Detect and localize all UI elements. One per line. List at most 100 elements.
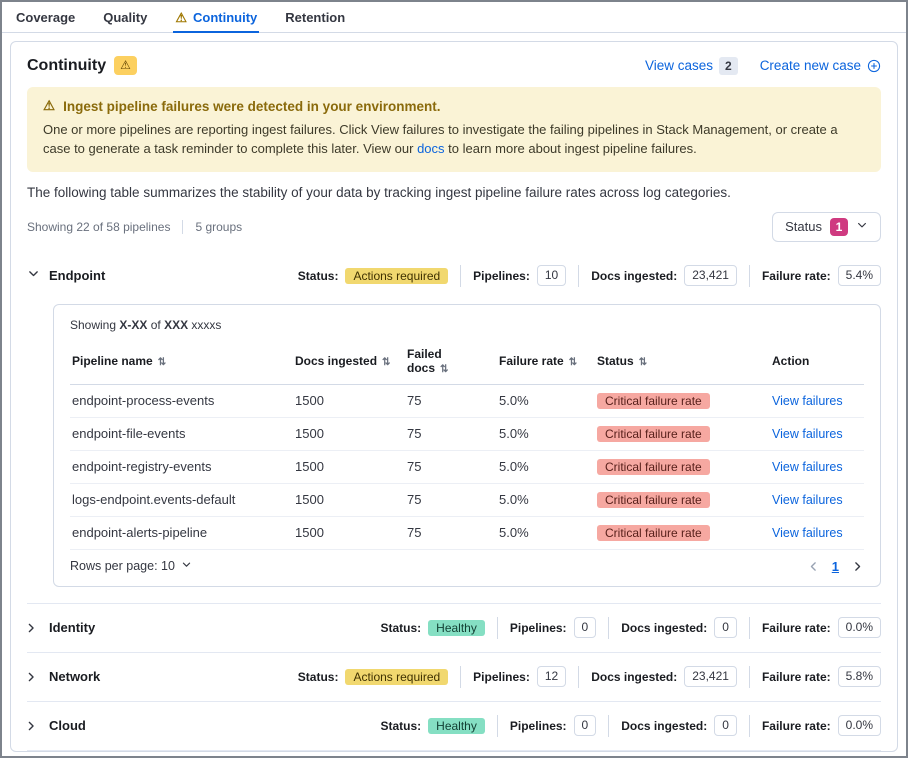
tab-label: Continuity	[193, 10, 257, 25]
table-row: endpoint-file-events 1500 75 5.0% Critic…	[70, 417, 864, 450]
warning-icon: ⚠	[175, 11, 187, 24]
next-page-button[interactable]	[851, 560, 864, 573]
group-name: Network	[49, 669, 100, 684]
group-header[interactable]: Endpoint Status:Actions required Pipelin…	[27, 252, 881, 300]
tab-label: Quality	[103, 10, 147, 25]
stat-label: Pipelines:	[510, 719, 567, 733]
group-header[interactable]: Cloud Status:Healthy Pipelines:0 Docs in…	[27, 702, 881, 750]
docs-ingested-cell: 1500	[287, 483, 399, 516]
column-failed-docs[interactable]: Failed docs⇅	[399, 342, 491, 385]
divider	[749, 265, 750, 287]
failure-rate-value: 0.0%	[838, 617, 881, 638]
docs-ingested-cell: 1500	[287, 384, 399, 417]
pipeline-name-cell: endpoint-file-events	[70, 417, 287, 450]
tab-retention[interactable]: Retention	[283, 2, 347, 32]
failure-rate-value: 5.8%	[838, 666, 881, 687]
view-failures-link[interactable]: View failures	[772, 460, 843, 474]
failed-docs-cell: 75	[399, 417, 491, 450]
warning-callout: ⚠ Ingest pipeline failures were detected…	[27, 87, 881, 172]
docs-ingested-cell: 1500	[287, 516, 399, 549]
pipelines-table: Pipeline name⇅ Docs ingested⇅ Failed doc…	[70, 342, 864, 550]
page-number[interactable]: 1	[832, 559, 839, 574]
stat-label: Status:	[298, 670, 339, 684]
chevron-down-icon	[856, 219, 868, 234]
status-badge: Actions required	[345, 669, 448, 685]
tab-label: Retention	[285, 10, 345, 25]
action-cell: View failures	[764, 516, 864, 549]
view-failures-link[interactable]: View failures	[772, 394, 843, 408]
failure-rate-cell: 5.0%	[491, 483, 589, 516]
divider	[749, 666, 750, 688]
failed-docs-cell: 75	[399, 384, 491, 417]
column-docs-ingested[interactable]: Docs ingested⇅	[287, 342, 399, 385]
plus-in-circle-icon[interactable]	[867, 59, 881, 73]
action-cell: View failures	[764, 450, 864, 483]
group-network: Network Status:Actions required Pipeline…	[27, 653, 881, 702]
failure-rate-value: 0.0%	[838, 715, 881, 736]
docs-ingested-count: 0	[714, 715, 737, 736]
chevron-down-icon[interactable]	[27, 267, 40, 285]
continuity-panel: Continuity ⚠ View cases 2 Create new cas…	[10, 41, 898, 752]
column-failure-rate[interactable]: Failure rate⇅	[491, 342, 589, 385]
divider	[608, 617, 609, 639]
failed-docs-cell: 75	[399, 450, 491, 483]
status-filter-button[interactable]: Status 1	[772, 212, 881, 242]
sort-icon: ⇅	[158, 357, 166, 368]
previous-page-button[interactable]	[807, 560, 820, 573]
status-cell: Critical failure rate	[589, 450, 764, 483]
stat-label: Pipelines:	[510, 621, 567, 635]
rows-per-page-selector[interactable]: Rows per page: 10	[70, 559, 192, 573]
callout-text: to learn more about ingest pipeline fail…	[445, 141, 697, 156]
group-header[interactable]: Identity Status:Healthy Pipelines:0 Docs…	[27, 604, 881, 652]
sort-icon: ⇅	[569, 357, 577, 368]
column-status[interactable]: Status⇅	[589, 342, 764, 385]
status-badge: Critical failure rate	[597, 459, 710, 475]
chevron-right-icon[interactable]	[25, 621, 43, 634]
group-header[interactable]: Network Status:Actions required Pipeline…	[27, 653, 881, 701]
divider	[578, 666, 579, 688]
view-cases-link[interactable]: View cases	[645, 58, 713, 73]
column-pipeline-name[interactable]: Pipeline name⇅	[70, 342, 287, 385]
stat-label: Docs ingested:	[621, 621, 707, 635]
tab-coverage[interactable]: Coverage	[14, 2, 77, 32]
stat-label: Docs ingested:	[591, 269, 677, 283]
failure-rate-cell: 5.0%	[491, 450, 589, 483]
failed-docs-cell: 75	[399, 516, 491, 549]
table-caption: Showing X-XX of XXX xxxxs	[70, 318, 864, 332]
tab-continuity[interactable]: ⚠ Continuity	[173, 2, 259, 32]
divider	[497, 715, 498, 737]
docs-link[interactable]: docs	[417, 141, 444, 156]
stat-label: Status:	[381, 621, 422, 635]
pipeline-name-cell: endpoint-registry-events	[70, 450, 287, 483]
tab-quality[interactable]: Quality	[101, 2, 149, 32]
chevron-right-icon[interactable]	[25, 719, 43, 732]
failure-rate-value: 5.4%	[838, 265, 881, 286]
status-cell: Critical failure rate	[589, 516, 764, 549]
divider	[182, 220, 183, 234]
status-badge: Critical failure rate	[597, 492, 710, 508]
view-failures-link[interactable]: View failures	[772, 493, 843, 507]
table-row: endpoint-alerts-pipeline 1500 75 5.0% Cr…	[70, 516, 864, 549]
table-header-row: Pipeline name⇅ Docs ingested⇅ Failed doc…	[70, 342, 864, 385]
pipeline-name-cell: endpoint-alerts-pipeline	[70, 516, 287, 549]
status-filter-count-badge: 1	[830, 218, 848, 236]
group-endpoint: Endpoint Status:Actions required Pipelin…	[27, 252, 881, 604]
divider	[460, 666, 461, 688]
divider	[497, 617, 498, 639]
view-failures-link[interactable]: View failures	[772, 526, 843, 540]
chevron-right-icon[interactable]	[25, 670, 43, 683]
chevron-down-icon	[181, 559, 192, 573]
stat-label: Failure rate:	[762, 670, 831, 684]
pipeline-name-cell: endpoint-process-events	[70, 384, 287, 417]
table-description: The following table summarizes the stabi…	[27, 185, 881, 200]
docs-ingested-cell: 1500	[287, 417, 399, 450]
column-action: Action	[764, 342, 864, 385]
table-row: endpoint-process-events 1500 75 5.0% Cri…	[70, 384, 864, 417]
pipelines-count: 0	[574, 715, 597, 736]
create-new-case-link[interactable]: Create new case	[760, 58, 861, 73]
status-badge: Critical failure rate	[597, 426, 710, 442]
group-header[interactable]: Application / SaaS Status:Healthy Pipeli…	[27, 751, 881, 752]
view-failures-link[interactable]: View failures	[772, 427, 843, 441]
docs-ingested-count: 23,421	[684, 666, 737, 687]
pipelines-count: 0	[574, 617, 597, 638]
